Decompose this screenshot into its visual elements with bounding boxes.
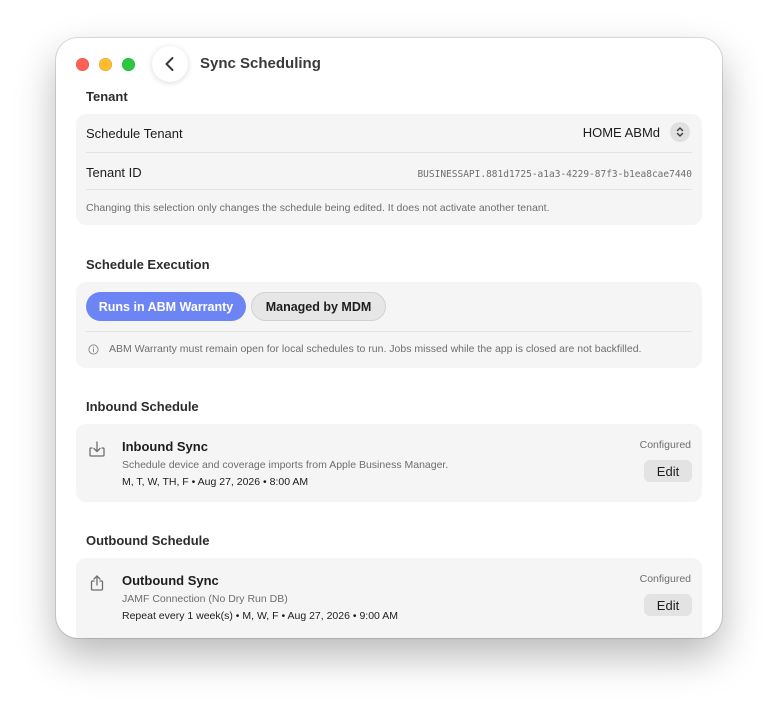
inbound-sync-description: Schedule device and coverage imports fro…: [122, 459, 449, 471]
outbound-card: Outbound Sync JAMF Connection (No Dry Ru…: [76, 558, 702, 638]
share-arrow-up-icon: [90, 575, 104, 591]
outbound-sync-description: JAMF Connection (No Dry Run DB): [122, 593, 288, 605]
chevron-left-icon: [165, 57, 174, 71]
schedule-tenant-picker[interactable]: HOME ABMd: [583, 122, 690, 142]
inbound-card: Inbound Sync Schedule device and coverag…: [76, 424, 702, 502]
divider: [86, 331, 692, 332]
outbound-section-title: Outbound Schedule: [86, 533, 210, 548]
back-button[interactable]: [152, 46, 188, 82]
outbound-edit-button[interactable]: Edit: [644, 594, 692, 616]
schedule-tenant-label: Schedule Tenant: [86, 126, 183, 141]
execution-card: Runs in ABM Warranty Managed by MDM ABM …: [76, 282, 702, 368]
managed-by-mdm-button[interactable]: Managed by MDM: [251, 292, 386, 321]
runs-in-abm-warranty-button[interactable]: Runs in ABM Warranty: [86, 292, 246, 321]
info-circle-icon: [88, 343, 99, 355]
inbound-section-title: Inbound Schedule: [86, 399, 199, 414]
tray-arrow-down-icon: [89, 441, 105, 457]
minimize-window-button[interactable]: [99, 58, 112, 71]
window-title: Sync Scheduling: [200, 55, 321, 72]
chevron-up-down-icon: [670, 122, 690, 142]
execution-section-title: Schedule Execution: [86, 257, 210, 272]
window: Sync Scheduling Tenant Schedule Tenant H…: [56, 38, 722, 638]
tenant-id-label: Tenant ID: [86, 165, 142, 180]
titlebar: Sync Scheduling: [56, 38, 722, 92]
inbound-status-badge: Configured: [639, 439, 691, 451]
divider: [86, 152, 692, 153]
tenant-note: Changing this selection only changes the…: [86, 202, 550, 214]
schedule-tenant-value: HOME ABMd: [582, 124, 660, 140]
outbound-sync-schedule: Repeat every 1 week(s) • M, W, F • Aug 2…: [122, 610, 398, 622]
execution-info: ABM Warranty must remain open for local …: [88, 343, 641, 355]
tenant-section-title: Tenant: [86, 89, 128, 104]
inbound-sync-schedule: M, T, W, TH, F • Aug 27, 2026 • 8:00 AM: [122, 476, 309, 488]
tenant-card: Schedule Tenant HOME ABMd Tenant ID BUSI…: [76, 114, 702, 225]
tenant-id-value: BUSINESSAPI.881d1725-a1a3-4229-87f3-b1ea…: [417, 169, 692, 180]
outbound-status-badge: Configured: [639, 573, 691, 585]
zoom-window-button[interactable]: [122, 58, 135, 71]
close-window-button[interactable]: [76, 58, 89, 71]
inbound-edit-button[interactable]: Edit: [644, 460, 692, 482]
execution-info-text: ABM Warranty must remain open for local …: [109, 343, 642, 355]
outbound-sync-title: Outbound Sync: [122, 573, 219, 588]
inbound-sync-title: Inbound Sync: [122, 439, 208, 454]
divider: [86, 189, 692, 190]
